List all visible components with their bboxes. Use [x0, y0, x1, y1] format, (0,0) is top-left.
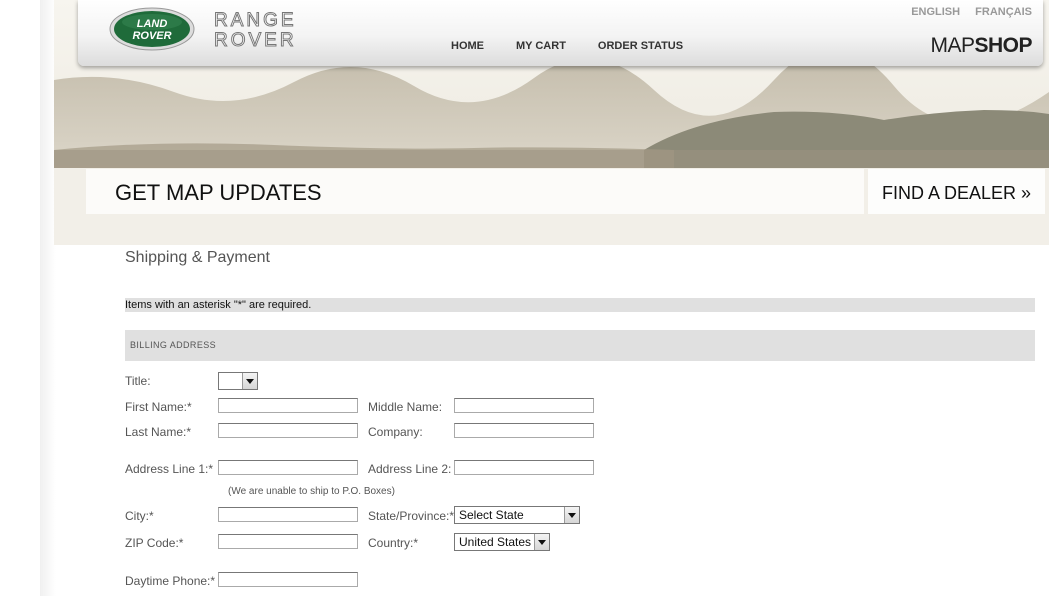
- first-name-label: First Name:*: [125, 400, 192, 414]
- chevron-down-icon: [564, 507, 579, 523]
- wordmark-rover: ROVER: [214, 30, 297, 47]
- state-select-value: Select State: [459, 508, 524, 522]
- title-label: Title:: [125, 374, 151, 388]
- state-label: State/Province:*: [368, 509, 455, 523]
- phone-label: Daytime Phone:*: [125, 574, 216, 588]
- city-label: City:*: [125, 509, 154, 523]
- first-name-field[interactable]: [218, 398, 358, 413]
- mapshop-title: MAPSHOP: [930, 34, 1032, 58]
- address2-label: Address Line 2:: [368, 462, 452, 476]
- zip-field[interactable]: [218, 534, 358, 549]
- logo-text-rover: ROVER: [132, 30, 171, 42]
- zip-label: ZIP Code:*: [125, 536, 184, 550]
- middle-name-label: Middle Name:: [368, 400, 443, 414]
- city-field[interactable]: [218, 507, 358, 522]
- middle-name-field[interactable]: [454, 398, 594, 413]
- required-note: Items with an asterisk "*" are required.: [125, 298, 1035, 312]
- land-rover-logo[interactable]: LAND ROVER: [109, 7, 195, 51]
- main-nav: HOME MY CART ORDER STATUS: [451, 40, 715, 52]
- chevron-down-icon: [242, 373, 257, 389]
- logo-text-land: LAND: [137, 18, 168, 30]
- find-dealer-link[interactable]: FIND A DEALER »: [882, 183, 1031, 204]
- wordmark-range: RANGE: [214, 10, 297, 31]
- address1-label: Address Line 1:*: [125, 462, 214, 476]
- nav-my-cart[interactable]: MY CART: [516, 40, 566, 52]
- phone-field[interactable]: [218, 572, 358, 587]
- address2-field[interactable]: [454, 460, 594, 475]
- chevron-down-icon: [534, 534, 549, 550]
- last-name-label: Last Name:*: [125, 425, 192, 439]
- state-select[interactable]: Select State: [454, 506, 580, 524]
- lang-english[interactable]: ENGLISH: [911, 6, 960, 18]
- range-rover-wordmark: RANGE ROVER: [214, 10, 297, 48]
- nav-order-status[interactable]: ORDER STATUS: [598, 40, 683, 52]
- last-name-field[interactable]: [218, 423, 358, 438]
- lang-francais[interactable]: FRANÇAIS: [975, 6, 1032, 18]
- country-label: Country:*: [368, 536, 419, 550]
- billing-address-header: BILLING ADDRESS: [125, 330, 1035, 361]
- nav-home[interactable]: HOME: [451, 40, 484, 52]
- mapshop-suffix: SHOP: [974, 34, 1032, 57]
- page-title: Shipping & Payment: [125, 249, 270, 266]
- country-select-value: United States: [459, 535, 532, 549]
- po-box-note: (We are unable to ship to P.O. Boxes): [228, 486, 395, 497]
- language-switcher: ENGLISH FRANÇAIS: [899, 6, 1032, 18]
- title-select[interactable]: [218, 372, 258, 390]
- company-field[interactable]: [454, 423, 594, 438]
- hero-title: GET MAP UPDATES: [115, 180, 322, 205]
- address1-field[interactable]: [218, 460, 358, 475]
- mapshop-prefix: MAP: [930, 34, 975, 57]
- country-select[interactable]: United States: [454, 533, 550, 551]
- company-label: Company:: [368, 425, 423, 439]
